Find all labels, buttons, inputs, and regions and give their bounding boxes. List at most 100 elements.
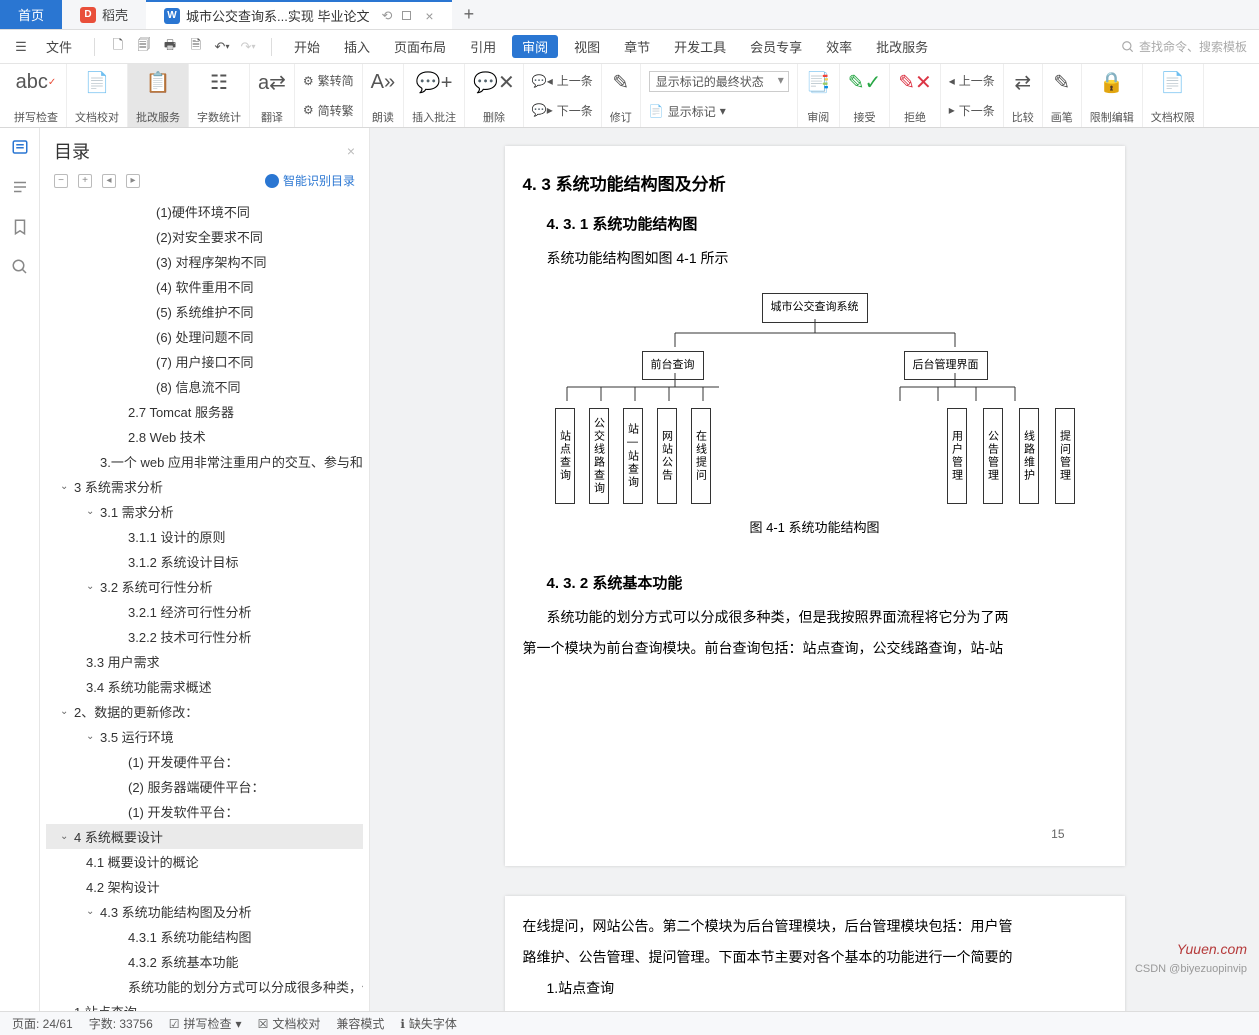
toc-toggle-icon[interactable]: ⌄	[86, 506, 100, 517]
command-search[interactable]: 查找命令、搜索模板	[1121, 38, 1247, 55]
show-markup-button[interactable]: 📄 显示标记 ▾	[649, 103, 789, 120]
spell-check-button[interactable]: abc✓拼写检查	[6, 64, 67, 127]
redo-icon[interactable]: ↷▾	[239, 38, 257, 56]
toc-item[interactable]: ⌄3.5 运行环境	[46, 724, 363, 749]
toc-item[interactable]: 4.3.2 系统基本功能	[46, 949, 363, 974]
ink-button[interactable]: ✎画笔	[1043, 64, 1082, 127]
status-words[interactable]: 字数: 33756	[89, 1015, 153, 1032]
status-missing-font[interactable]: ℹ 缺失字体	[400, 1015, 457, 1032]
menu-insert[interactable]: 插入	[336, 37, 378, 56]
toc-item[interactable]: 3.4 系统功能需求概述	[46, 674, 363, 699]
outline-list-icon[interactable]	[11, 178, 29, 196]
to-traditional-button[interactable]: ⚙繁转简	[303, 72, 354, 89]
toc-item[interactable]: (3) 对程序架构不同	[46, 249, 363, 274]
toc-item[interactable]: (1)硬件环境不同	[46, 199, 363, 224]
to-simplified-button[interactable]: ⚙简转繁	[303, 102, 354, 119]
toc-item[interactable]: 3.1.2 系统设计目标	[46, 549, 363, 574]
next-change-button[interactable]: ▸ 下一条	[949, 102, 995, 119]
insert-comment-button[interactable]: 💬+插入批注	[404, 64, 465, 127]
toc-item[interactable]: (6) 处理问题不同	[46, 324, 363, 349]
reject-change-button[interactable]: ✎✕拒绝	[890, 64, 941, 127]
toc-item[interactable]: 3.2.1 经济可行性分析	[46, 599, 363, 624]
outline-demote-button[interactable]: ▸	[126, 174, 140, 188]
toc-item[interactable]: ⌄3.1 需求分析	[46, 499, 363, 524]
doc-permission-button[interactable]: 📄文档权限	[1143, 64, 1204, 127]
tab-close-icon[interactable]: ×	[425, 8, 433, 24]
translate-button[interactable]: a⇄翻译	[250, 64, 295, 127]
toc-item[interactable]: ⌄4 系统概要设计	[46, 824, 363, 849]
toc-item[interactable]: (2)对安全要求不同	[46, 224, 363, 249]
toc-item[interactable]: 2.7 Tomcat 服务器	[46, 399, 363, 424]
compare-button[interactable]: ⇄比较	[1004, 64, 1043, 127]
toc-toggle-icon[interactable]: ⌄	[60, 706, 74, 717]
menu-devtools[interactable]: 开发工具	[666, 37, 734, 56]
toc-item[interactable]: 3.1.1 设计的原则	[46, 524, 363, 549]
status-spellcheck[interactable]: ☑ 拼写检查 ▾	[169, 1015, 242, 1032]
accept-change-button[interactable]: ✎✓接受	[840, 64, 891, 127]
outline-expand-button[interactable]: +	[78, 174, 92, 188]
toc-item[interactable]: 3.一个 web 应用非常注重用户的交互、参与和完成任...	[46, 449, 363, 474]
outline-tab-icon[interactable]	[11, 138, 29, 156]
doc-proofing-button[interactable]: 📄文档校对	[67, 64, 128, 127]
menu-view[interactable]: 视图	[566, 37, 608, 56]
toc-item[interactable]: (2) 服务器端硬件平台：	[46, 774, 363, 799]
save-as-icon[interactable]: 🗐	[135, 38, 153, 56]
file-menu[interactable]: 文件	[38, 37, 80, 56]
toc-item[interactable]: (1) 开发软件平台：	[46, 799, 363, 824]
menu-review[interactable]: 审阅	[512, 35, 558, 58]
toc-item[interactable]: (8) 信息流不同	[46, 374, 363, 399]
prev-change-button[interactable]: ◂ 上一条	[949, 72, 995, 89]
tab-document[interactable]: W 城市公交查询系...实现 毕业论文 ⟲ ×	[146, 0, 452, 29]
restrict-editing-button[interactable]: 🔒限制编辑	[1082, 64, 1143, 127]
toc-item[interactable]: ⌄3.2 系统可行性分析	[46, 574, 363, 599]
track-changes-button[interactable]: ✎修订	[602, 64, 641, 127]
menu-batch[interactable]: 批改服务	[868, 37, 936, 56]
toc-item[interactable]: 3.2.2 技术可行性分析	[46, 624, 363, 649]
tab-add-button[interactable]: +	[452, 0, 487, 29]
toc-item[interactable]: 4.1 概要设计的概论	[46, 849, 363, 874]
review-pane-button[interactable]: 📑审阅	[798, 64, 840, 127]
correction-service-button[interactable]: 📋批改服务	[128, 64, 189, 127]
outline-list[interactable]: (1)硬件环境不同(2)对安全要求不同(3) 对程序架构不同(4) 软件重用不同…	[40, 197, 369, 1011]
status-page[interactable]: 页面: 24/61	[12, 1015, 73, 1032]
status-proofing[interactable]: ☒ 文档校对	[258, 1015, 321, 1032]
read-aloud-button[interactable]: A»朗读	[363, 64, 404, 127]
menu-start[interactable]: 开始	[286, 37, 328, 56]
toc-item[interactable]: 4.3.1 系统功能结构图	[46, 924, 363, 949]
tab-window-icon[interactable]	[402, 11, 411, 20]
word-count-button[interactable]: ☷字数统计	[189, 64, 250, 127]
undo-icon[interactable]: ↶▾	[213, 38, 231, 56]
display-state-select[interactable]: 显示标记的最终状态	[649, 71, 789, 92]
outline-collapse-button[interactable]: −	[54, 174, 68, 188]
outline-promote-button[interactable]: ◂	[102, 174, 116, 188]
find-icon[interactable]	[11, 258, 29, 276]
toc-item[interactable]: (5) 系统维护不同	[46, 299, 363, 324]
toc-item[interactable]: (1) 开发硬件平台：	[46, 749, 363, 774]
bookmark-icon[interactable]	[11, 218, 29, 236]
toc-item[interactable]: ⌄3 系统需求分析	[46, 474, 363, 499]
smart-recognize-toc-button[interactable]: 智能识别目录	[265, 172, 355, 189]
toc-item[interactable]: 3.3 用户需求	[46, 649, 363, 674]
toc-item[interactable]: ⌄4.3 系统功能结构图及分析	[46, 899, 363, 924]
toc-toggle-icon[interactable]: ⌄	[60, 481, 74, 492]
tab-restore-icon[interactable]: ⟲	[381, 8, 392, 24]
toc-toggle-icon[interactable]: ⌄	[86, 581, 100, 592]
toc-item[interactable]: 系统功能的划分方式可以分成很多种类，但是我...	[46, 974, 363, 999]
menu-chapter[interactable]: 章节	[616, 37, 658, 56]
menu-layout[interactable]: 页面布局	[386, 37, 454, 56]
print-icon[interactable]: 🖶	[161, 38, 179, 56]
toc-item[interactable]: 2.8 Web 技术	[46, 424, 363, 449]
prev-comment-button[interactable]: 💬◂ 上一条	[532, 72, 593, 89]
menu-member[interactable]: 会员专享	[742, 37, 810, 56]
toc-item[interactable]: (4) 软件重用不同	[46, 274, 363, 299]
toc-item[interactable]: (7) 用户接口不同	[46, 349, 363, 374]
hamburger-icon[interactable]: ☰	[12, 38, 30, 56]
tab-doke[interactable]: D 稻壳	[62, 0, 146, 29]
delete-comment-button[interactable]: 💬✕删除	[465, 64, 524, 127]
document-canvas[interactable]: 4. 3 系统功能结构图及分析 4. 3. 1 系统功能结构图 系统功能结构图如…	[370, 128, 1259, 1011]
menu-reference[interactable]: 引用	[462, 37, 504, 56]
print-preview-icon[interactable]: 🗎	[187, 38, 205, 56]
toc-item[interactable]: 1.站点查询	[46, 999, 363, 1011]
outline-close-icon[interactable]: ×	[347, 143, 355, 159]
tab-home[interactable]: 首页	[0, 0, 62, 29]
